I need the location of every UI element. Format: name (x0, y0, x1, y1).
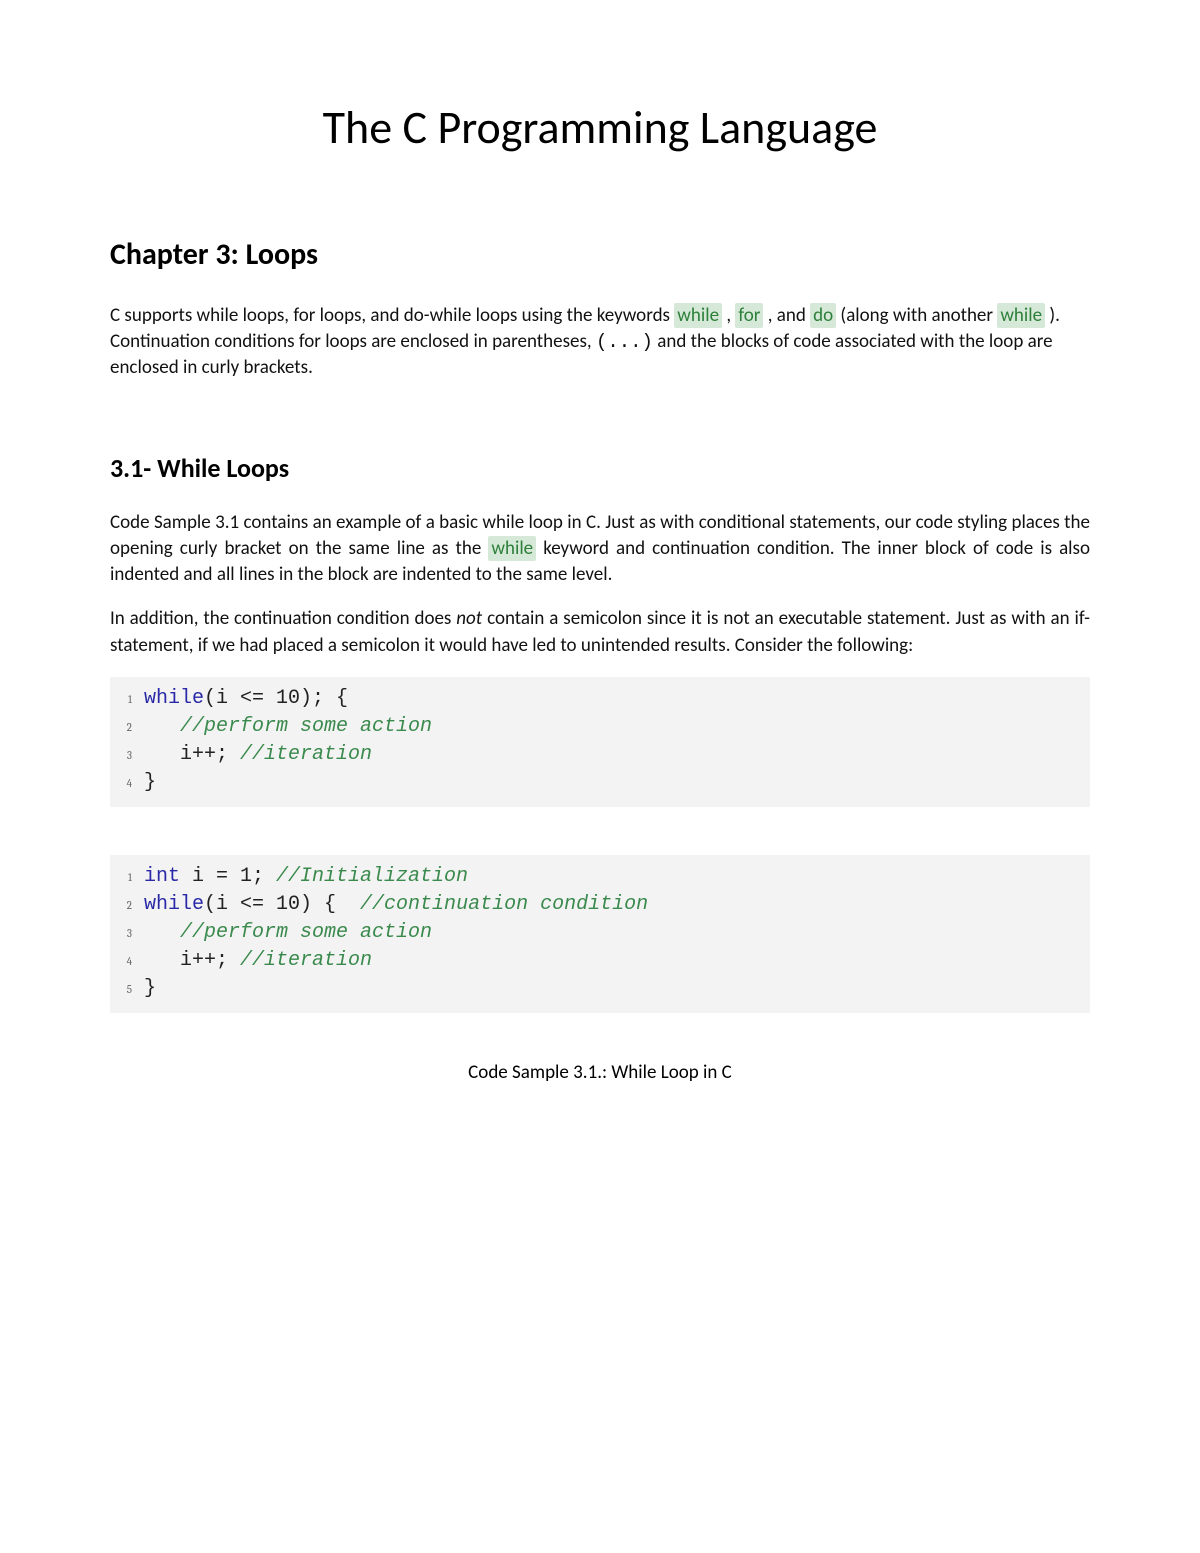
section-paragraph-1: Code Sample 3.1 contains an example of a… (110, 510, 1090, 589)
code-line: 1 int i = 1; //Initialization (122, 863, 1078, 891)
code-plain: i = 1; (180, 865, 276, 888)
keyword-while: while (997, 303, 1045, 328)
emphasis-not: not (456, 607, 482, 630)
chapter-heading: Chapter 3: Loops (110, 236, 1090, 273)
code-comment: //iteration (240, 743, 372, 766)
code-line: 1 while(i <= 10); { (122, 685, 1078, 713)
code-keyword: while (144, 893, 204, 916)
code-sample-2: 1 int i = 1; //Initialization 2 while(i … (110, 855, 1090, 1013)
code-comment: //perform some action (180, 715, 432, 738)
code-comment: //iteration (240, 949, 372, 972)
parentheses-text: (...) (596, 331, 653, 353)
keyword-for: for (735, 303, 763, 328)
page-title: The C Programming Language (110, 100, 1090, 156)
code-line: 3 i++; //iteration (122, 741, 1078, 769)
code-plain: i++; (180, 743, 240, 766)
code-keyword: while (144, 687, 204, 710)
code-sample-1: 1 while(i <= 10); { 2 //perform some act… (110, 677, 1090, 807)
text: , and (763, 304, 810, 327)
code-text: while(i <= 10) { //continuation conditio… (144, 891, 648, 919)
line-number: 2 (122, 720, 144, 735)
code-plain: (i <= 10); { (204, 687, 348, 710)
code-line: 4 i++; //iteration (122, 947, 1078, 975)
code-text: while(i <= 10); { (144, 685, 348, 713)
code-text: } (144, 975, 156, 1003)
line-number: 1 (122, 870, 144, 885)
text: , (722, 304, 735, 327)
line-number: 4 (122, 954, 144, 969)
code-text: int i = 1; //Initialization (144, 863, 468, 891)
code-type: int (144, 865, 180, 888)
keyword-while: while (674, 303, 722, 328)
line-number: 2 (122, 898, 144, 913)
code-comment: //continuation condition (360, 893, 648, 916)
code-text: //perform some action (144, 919, 432, 947)
line-number: 5 (122, 982, 144, 997)
keyword-do: do (810, 303, 836, 328)
line-number: 4 (122, 776, 144, 791)
code-comment: //Initialization (276, 865, 468, 888)
text: (along with another (836, 304, 997, 327)
code-text: //perform some action (144, 713, 432, 741)
code-comment: //perform some action (180, 921, 432, 944)
text: In addition, the continuation condition … (110, 607, 456, 630)
line-number: 3 (122, 748, 144, 763)
section-heading: 3.1- While Loops (110, 452, 1090, 484)
code-line: 5 } (122, 975, 1078, 1003)
code-line: 3 //perform some action (122, 919, 1078, 947)
line-number: 3 (122, 926, 144, 941)
text: C supports while loops, for loops, and d… (110, 304, 674, 327)
code-plain: i++; (180, 949, 240, 972)
code-text: i++; //iteration (144, 947, 372, 975)
keyword-while: while (488, 536, 536, 561)
section-paragraph-2: In addition, the continuation condition … (110, 606, 1090, 658)
document-page: The C Programming Language Chapter 3: Lo… (0, 0, 1200, 1184)
line-number: 1 (122, 692, 144, 707)
intro-paragraph: C supports while loops, for loops, and d… (110, 303, 1090, 382)
code-text: } (144, 769, 156, 797)
code-line: 2 while(i <= 10) { //continuation condit… (122, 891, 1078, 919)
code-line: 4 } (122, 769, 1078, 797)
code-plain: (i <= 10) { (204, 893, 360, 916)
code-line: 2 //perform some action (122, 713, 1078, 741)
code-text: i++; //iteration (144, 741, 372, 769)
code-caption: Code Sample 3.1.: While Loop in C (110, 1061, 1090, 1084)
